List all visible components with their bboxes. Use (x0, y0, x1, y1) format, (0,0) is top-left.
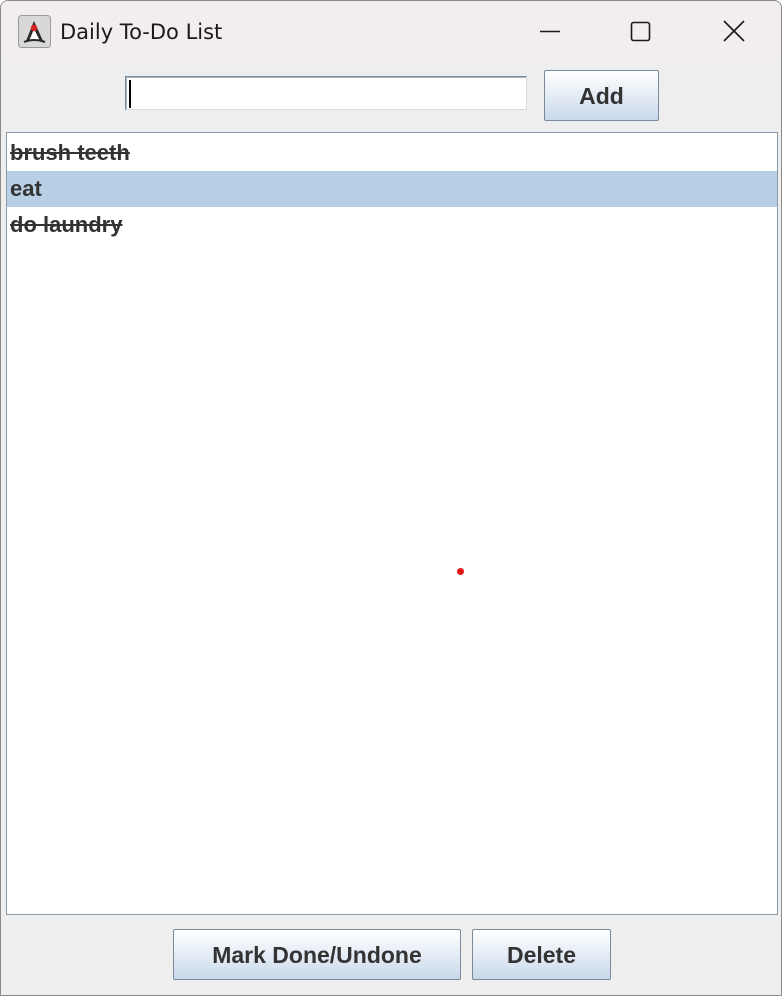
task-item[interactable]: eat (7, 171, 777, 207)
cursor-indicator (457, 568, 464, 575)
maximize-button[interactable] (595, 1, 687, 61)
window-title: Daily To-Do List (60, 20, 223, 44)
minimize-button[interactable] (504, 1, 596, 61)
task-item[interactable]: do laundry (7, 207, 777, 243)
app-window: Daily To-Do List Add brush teeth eat do … (0, 0, 782, 996)
task-item[interactable]: brush teeth (7, 135, 777, 171)
task-input[interactable] (125, 76, 527, 110)
input-row: Add (1, 61, 781, 131)
mark-done-button[interactable]: Mark Done/Undone (173, 929, 461, 980)
close-button[interactable] (687, 1, 779, 61)
add-button[interactable]: Add (544, 70, 659, 121)
delete-button[interactable]: Delete (472, 929, 611, 980)
title-bar[interactable]: Daily To-Do List (1, 1, 781, 61)
task-list[interactable]: brush teeth eat do laundry (6, 132, 778, 915)
text-caret (129, 80, 131, 108)
action-bar: Mark Done/Undone Delete (1, 916, 781, 995)
java-duke-icon (18, 15, 51, 48)
